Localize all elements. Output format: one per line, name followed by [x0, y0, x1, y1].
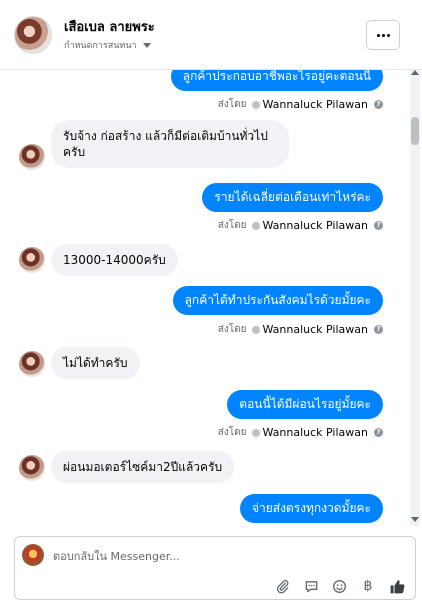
gear-icon: [251, 325, 260, 334]
message-text: ไม่ได้ทำครับ: [63, 356, 128, 370]
help-icon[interactable]: ?: [374, 428, 383, 437]
message-text: ลูกค้าได้ทำประกันสังคมไรด้วยมั้ยคะ: [184, 293, 371, 307]
gear-icon: [251, 428, 260, 437]
thread-scrollbar[interactable]: [410, 70, 420, 526]
contact-avatar[interactable]: [14, 16, 52, 54]
sender-name[interactable]: Wannaluck Pilawan: [263, 323, 369, 336]
sent-by-prefix: ส่งโดย: [217, 220, 247, 231]
outgoing-message[interactable]: จ่ายส่งตรงทุกงวดมั้ยคะ: [239, 494, 383, 523]
sent-by-prefix: ส่งโดย: [217, 427, 247, 438]
sender-name[interactable]: Wannaluck Pilawan: [263, 98, 369, 111]
outgoing-message[interactable]: ลูกค้าประกอบอาชีพอะไรอยู่คะตอนนี้: [170, 70, 383, 91]
scroll-down-arrow-icon[interactable]: [411, 517, 419, 522]
conversation-settings-dropdown[interactable]: กำหนดการสนทนา: [64, 38, 151, 52]
outgoing-message[interactable]: ตอนนี้ได้มีผ่อนไรอยู่มั้ยคะ: [227, 390, 383, 419]
chat-bubble-icon[interactable]: [302, 577, 320, 595]
sent-by-line: ส่งโดย Wannaluck Pilawan ?: [218, 218, 383, 233]
message-text: รายได้เฉลี่ยต่อเดือนเท่าไหร่คะ: [214, 190, 371, 204]
gear-icon: [251, 100, 260, 109]
incoming-message[interactable]: 13000-14000ครับ: [51, 244, 178, 276]
incoming-message[interactable]: รับจ้าง ก่อสร้าง แล้วก็มีต่อเติมบ้านทั่ว…: [51, 120, 289, 168]
scrollbar-thumb[interactable]: [411, 117, 419, 145]
sender-name[interactable]: Wannaluck Pilawan: [263, 219, 369, 232]
message-text: ผ่อนมอเตอร์ไซค์มา2ปีแล้วครับ: [63, 460, 223, 474]
help-icon[interactable]: ?: [374, 325, 383, 334]
sent-by-line: ส่งโดย Wannaluck Pilawan ?: [218, 425, 383, 440]
baht-icon[interactable]: ฿: [359, 577, 377, 595]
gear-icon: [251, 221, 260, 230]
paperclip-icon[interactable]: [273, 577, 291, 595]
outgoing-message[interactable]: ลูกค้าได้ทำประกันสังคมไรด้วยมั้ยคะ: [172, 286, 383, 315]
thumbs-up-icon[interactable]: [388, 577, 406, 595]
message-thread[interactable]: ลูกค้าประกอบอาชีพอะไรอยู่คะตอนนี้ ส่งโดย…: [0, 70, 410, 526]
sender-name[interactable]: Wannaluck Pilawan: [263, 426, 369, 439]
message-text: จ่ายส่งตรงทุกงวดมั้ยคะ: [251, 501, 371, 515]
reply-input[interactable]: [53, 546, 353, 566]
sent-by-prefix: ส่งโดย: [217, 99, 247, 110]
page-avatar: [22, 544, 44, 566]
caret-down-icon: [142, 42, 151, 48]
composer-toolbar: ฿: [15, 577, 417, 597]
sent-by-line: ส่งโดย Wannaluck Pilawan ?: [218, 97, 383, 112]
contact-avatar-small[interactable]: [19, 351, 45, 377]
outgoing-message[interactable]: รายได้เฉลี่ยต่อเดือนเท่าไหร่คะ: [202, 183, 383, 212]
conversation-header: เสือเบล ลายพระ กำหนดการสนทนา: [0, 0, 422, 70]
incoming-message[interactable]: ผ่อนมอเตอร์ไซค์มา2ปีแล้วครับ: [51, 451, 235, 483]
help-icon[interactable]: ?: [374, 100, 383, 109]
message-text: รับจ้าง ก่อสร้าง แล้วก็มีต่อเติมบ้านทั่ว…: [63, 129, 268, 159]
contact-name[interactable]: เสือเบล ลายพระ: [64, 16, 155, 37]
more-dot-icon: [386, 33, 390, 37]
more-dot-icon: [381, 33, 385, 37]
more-dot-icon: [376, 33, 380, 37]
message-text: ลูกค้าประกอบอาชีพอะไรอยู่คะตอนนี้: [182, 70, 371, 83]
conversation-settings-label: กำหนดการสนทนา: [64, 41, 137, 51]
scroll-up-arrow-icon[interactable]: [411, 70, 419, 75]
message-text: ตอนนี้ได้มีผ่อนไรอยู่มั้ยคะ: [239, 397, 371, 411]
help-icon[interactable]: ?: [374, 221, 383, 230]
sent-by-prefix: ส่งโดย: [217, 324, 247, 335]
contact-avatar-small[interactable]: [19, 455, 45, 481]
contact-avatar-small[interactable]: [19, 144, 45, 170]
reply-composer: ฿: [14, 536, 416, 600]
incoming-message[interactable]: ไม่ได้ทำครับ: [51, 347, 140, 379]
more-options-button[interactable]: [366, 20, 400, 50]
sent-by-line: ส่งโดย Wannaluck Pilawan ?: [218, 322, 383, 337]
contact-avatar-small[interactable]: [19, 247, 45, 273]
message-text: 13000-14000ครับ: [63, 253, 166, 267]
emoji-icon[interactable]: [330, 577, 348, 595]
